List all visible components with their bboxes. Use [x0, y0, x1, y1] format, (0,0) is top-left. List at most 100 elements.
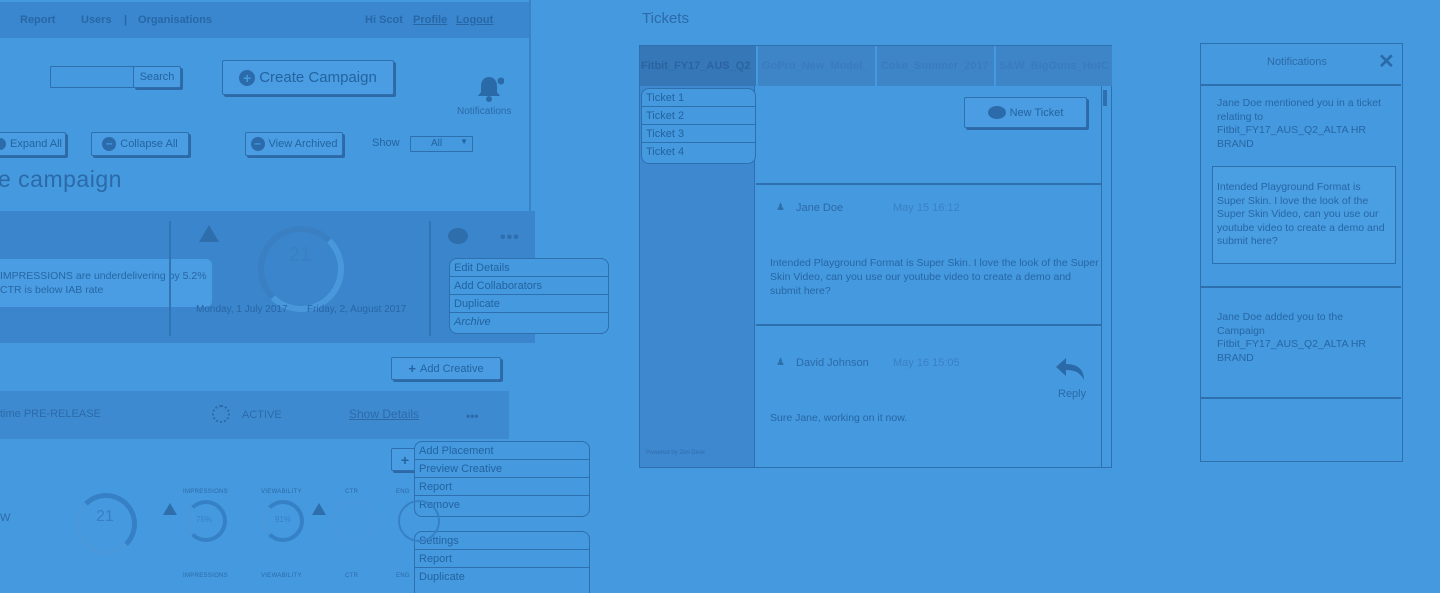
close-icon[interactable]: ✕: [1378, 49, 1395, 74]
reply-label[interactable]: Reply: [1058, 388, 1086, 400]
metric-label: CTR: [345, 573, 359, 579]
notifications-label: Notifications: [457, 106, 512, 117]
user-icon: ♟: [776, 202, 785, 213]
reply-icon[interactable]: [1054, 356, 1088, 382]
row-label: W: [0, 512, 11, 524]
creative-actions-menu: Add Placement Preview Creative Report Re…: [414, 441, 590, 517]
menu-report[interactable]: Report: [415, 550, 589, 568]
nav-profile[interactable]: Profile: [413, 14, 447, 26]
user-icon: ♟: [776, 357, 785, 368]
divider: [1201, 397, 1401, 399]
metric-label: ENG: [396, 489, 410, 495]
message-text: Intended Playground Format is Super Skin…: [770, 257, 1099, 297]
view-archived-button[interactable]: – View Archived: [245, 132, 343, 156]
campaign-actions-menu: Edit Details Add Collaborators Duplicate…: [449, 258, 609, 334]
menu-archive[interactable]: Archive: [450, 313, 608, 331]
list-item[interactable]: Ticket 2: [642, 107, 755, 125]
notification-item[interactable]: Jane Doe added you to the Campaign Fitbi…: [1217, 311, 1377, 365]
message-author: Jane Doe: [796, 202, 844, 214]
metric-label: VIEWABILITY: [261, 489, 302, 495]
more-icon[interactable]: •••: [500, 229, 520, 247]
collapse-all-button[interactable]: – Collapse All: [91, 132, 189, 156]
list-item[interactable]: Ticket 3: [642, 125, 755, 143]
tab-fitbit[interactable]: Fitbit_FY17_AUS_Q2: [640, 46, 756, 86]
search-button[interactable]: Search: [133, 66, 181, 88]
menu-duplicate[interactable]: Duplicate: [450, 295, 608, 313]
creative-status: ACTIVE: [242, 409, 282, 421]
tab-gopro[interactable]: GoPro_New_Model_: [758, 46, 875, 86]
nav-logout[interactable]: Logout: [456, 14, 493, 26]
metric-value: 75%: [196, 515, 213, 524]
add-creative-button[interactable]: + Add Creative: [391, 357, 501, 380]
menu-add-placement[interactable]: Add Placement: [415, 442, 589, 460]
nav-separator: |: [124, 14, 128, 26]
message-author: David Johnson: [796, 357, 869, 369]
gauge-value: 21: [96, 508, 114, 525]
notification-item: Intended Playground Format is Super Skin…: [1217, 181, 1385, 247]
new-ticket-button[interactable]: New Ticket: [964, 97, 1087, 128]
gauge-value: 21: [289, 244, 312, 266]
nav-organisations[interactable]: Organisations: [138, 14, 212, 26]
menu-duplicate[interactable]: Duplicate: [415, 568, 589, 586]
message-text: Sure Jane, working on it now.: [770, 412, 908, 424]
notification-item[interactable]: Jane Doe mentioned you in a ticket relat…: [1217, 97, 1387, 151]
menu-edit-details[interactable]: Edit Details: [450, 259, 608, 277]
minus-circle-icon: –: [102, 137, 117, 151]
divider: [429, 221, 431, 336]
divider: [1201, 84, 1401, 86]
pacing-gauge: [258, 226, 344, 312]
more-icon[interactable]: •••: [466, 409, 479, 423]
metric-value: 91%: [275, 515, 292, 524]
expand-all-button[interactable]: Expand All: [0, 132, 66, 156]
tab-bar: Fitbit_FY17_AUS_Q2 GoPro_New_Model_ Coke…: [640, 46, 1112, 86]
creative-row: time PRE-RELEASE ACTIVE Show Details •••: [0, 391, 509, 439]
message-time: May 15 16:12: [893, 202, 960, 214]
show-details-link[interactable]: Show Details: [349, 407, 419, 421]
loading-icon: [212, 405, 230, 423]
start-date: Monday, 1 July 2017: [196, 304, 288, 315]
bell-icon[interactable]: [474, 74, 505, 104]
metric-label: ENG: [396, 573, 410, 579]
tickets-window: Fitbit_FY17_AUS_Q2 GoPro_New_Model_ Coke…: [639, 45, 1112, 468]
metric-label: IMPRESSIONS: [183, 573, 228, 579]
menu-settings[interactable]: Settings: [415, 532, 589, 550]
list-item[interactable]: Ticket 4: [642, 143, 755, 161]
metric-value: 0.3%: [344, 515, 363, 524]
circle-icon: [0, 138, 6, 150]
tab-sw[interactable]: S&W_BigGuns_HotC: [996, 46, 1112, 86]
engagement-gauge: [398, 500, 440, 542]
chevron-down-icon: ▼: [460, 137, 468, 146]
menu-report[interactable]: Report: [415, 478, 589, 496]
campaign-panel: Report Users | Organisations Hi Scot Pro…: [0, 0, 609, 593]
tab-coke[interactable]: Coke_Summer_2017: [877, 46, 994, 86]
show-label: Show: [372, 137, 400, 149]
search-input[interactable]: [50, 66, 134, 88]
show-select[interactable]: All ▼: [410, 136, 473, 152]
metric-label: VIEWABILITY: [261, 573, 302, 579]
scroll-thumb[interactable]: [1103, 90, 1107, 106]
metric-label: CTR: [345, 489, 359, 495]
create-campaign-button[interactable]: + Create Campaign: [222, 60, 394, 95]
ticket-sidebar: Ticket 1 Ticket 2 Ticket 3 Ticket 4 Powe…: [640, 86, 756, 467]
scrollbar[interactable]: [1101, 86, 1109, 467]
page-title: e campaign: [0, 166, 122, 192]
comment-icon[interactable]: [448, 228, 468, 244]
placement-actions-menu: Settings Report Duplicate: [414, 531, 590, 593]
nav-users[interactable]: Users: [81, 14, 112, 26]
divider: [169, 221, 171, 336]
end-date: Friday, 2, August 2017: [307, 304, 407, 315]
nav-greeting: Hi Scot: [365, 14, 403, 26]
minus-circle-icon: –: [250, 137, 265, 151]
menu-preview-creative[interactable]: Preview Creative: [415, 460, 589, 478]
warning-icon: [163, 503, 177, 515]
nav-report[interactable]: Report: [20, 14, 55, 26]
menu-remove[interactable]: Remove: [415, 496, 589, 514]
notification-highlight[interactable]: Intended Playground Format is Super Skin…: [1212, 166, 1396, 264]
panel-right-border: [529, 0, 531, 220]
notifications-title: Notifications: [1267, 56, 1327, 68]
list-item[interactable]: Ticket 1: [642, 89, 755, 107]
menu-add-collaborators[interactable]: Add Collaborators: [450, 277, 608, 295]
divider: [1201, 286, 1401, 288]
plus-circle-icon: +: [239, 69, 256, 86]
message-time: May 16 15:05: [893, 357, 960, 369]
